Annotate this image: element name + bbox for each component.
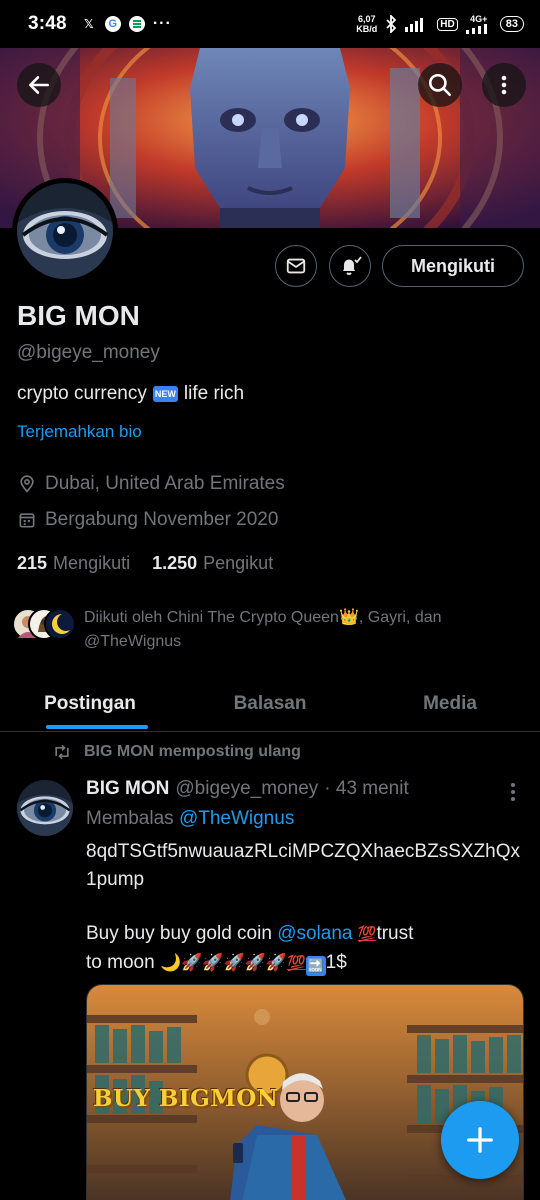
mention-link[interactable]: @solana (277, 923, 352, 944)
layers-app-icon (128, 16, 145, 32)
post-contract-text: 8qdTSGtf5nwuauazRLciMPCZQXhaecBZsSXZhQx1… (86, 841, 521, 890)
tab-posts[interactable]: Postingan (0, 676, 180, 731)
image-caption: BUY BIGMON (93, 1085, 279, 1112)
mail-icon (286, 258, 306, 274)
translate-bio-link[interactable]: Terjemahkan bio (17, 422, 142, 442)
bio-text-start: crypto currency (17, 383, 147, 404)
network-type: 4G+ (465, 14, 492, 34)
eye-avatar-image (17, 183, 113, 279)
battery-indicator: 83 (499, 16, 524, 32)
x-app-icon: 𝕏 (83, 17, 94, 31)
post-time: · 43 menit (324, 778, 409, 799)
profile-handle: @bigeye_money (17, 342, 160, 363)
hundred-emoji-icon: 💯 (357, 926, 377, 943)
profile-avatar[interactable] (12, 178, 118, 284)
profile-location: Dubai, United Arab Emirates (17, 473, 285, 495)
message-button[interactable] (275, 245, 317, 287)
reply-to-link[interactable]: @TheWignus (179, 808, 294, 829)
search-icon (428, 73, 452, 97)
profile-name: BIG MON (17, 300, 140, 331)
profile-stats: 215 Mengikuti 1.250 Pengikut (17, 553, 273, 574)
repost-indicator: BIG MON memposting ulang (52, 743, 301, 761)
network-speed: 6,07 KB/d (356, 14, 378, 34)
profile-join-date: Bergabung November 2020 (17, 509, 278, 531)
signal-icon (405, 18, 424, 32)
more-options-button[interactable] (482, 63, 526, 107)
repost-label: BIG MON memposting ulang (84, 743, 301, 760)
arrow-left-icon (29, 76, 49, 94)
tab-media[interactable]: Media (360, 676, 540, 731)
back-button[interactable] (17, 63, 61, 107)
post-author-name[interactable]: BIG MON (86, 778, 169, 800)
more-vertical-icon (511, 783, 515, 801)
followed-by-row[interactable]: Diikuti oleh Chini The Crypto Queen👑, Ga… (12, 606, 522, 654)
more-notifications-icon: ··· (152, 15, 172, 32)
following-stat[interactable]: 215 Mengikuti (17, 553, 130, 574)
repost-icon (55, 744, 69, 760)
post-author-handle[interactable]: @bigeye_money (175, 778, 318, 800)
followed-by-avatars (12, 606, 82, 642)
follower-avatar-3 (44, 608, 76, 640)
location-text: Dubai, United Arab Emirates (45, 473, 285, 494)
status-time: 3:48 (28, 13, 67, 34)
google-app-icon: G (104, 16, 121, 32)
post-header: BIG MON @bigeye_money · 43 menit (86, 778, 409, 800)
profile-bio: crypto currency NEW life rich (17, 383, 244, 405)
bell-check-icon (343, 256, 362, 275)
post-author-avatar[interactable] (17, 780, 73, 836)
profile-tabs: Postingan Balasan Media (0, 676, 540, 732)
notifications-button[interactable] (329, 245, 371, 287)
status-bar: 3:48 𝕏 G ··· 6,07 KB/d HD 4G+ 83 (0, 0, 540, 48)
bluetooth-icon (386, 15, 397, 33)
more-vertical-icon (501, 75, 507, 95)
followed-by-text: Diikuti oleh Chini The Crypto Queen👑, Ga… (84, 609, 442, 650)
bio-text-end: life rich (183, 383, 245, 404)
reply-context: Membalas @TheWignus (86, 808, 295, 829)
post-more-button[interactable] (506, 782, 520, 802)
moon-rocket-emojis: 🌙🚀🚀🚀🚀🚀 (159, 953, 287, 973)
search-button[interactable] (418, 63, 462, 107)
plus-icon (467, 1127, 493, 1153)
tab-replies[interactable]: Balasan (180, 676, 360, 731)
new-badge-icon: NEW (152, 386, 178, 402)
compose-post-button[interactable] (441, 1101, 519, 1179)
hd-icon: HD (437, 17, 458, 31)
hundred-emoji-icon-2: 💯 (286, 955, 306, 972)
followers-stat[interactable]: 1.250 Pengikut (152, 553, 273, 574)
following-button[interactable]: Mengikuti (382, 245, 524, 287)
soon-arrow-icon: 🔜 (305, 956, 326, 976)
calendar-icon (19, 513, 35, 528)
join-date-text: Bergabung November 2020 (45, 509, 279, 530)
location-pin-icon (20, 475, 34, 493)
post-body: Buy buy buy gold coin @solana 💯trust to … (86, 920, 526, 978)
